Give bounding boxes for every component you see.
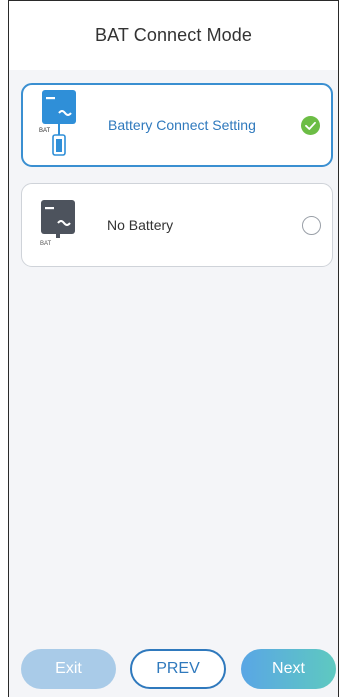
svg-text:BAT: BAT: [39, 128, 51, 134]
app-frame: BAT Connect Mode BAT Battery Connect Set…: [8, 0, 339, 697]
prev-button[interactable]: PREV: [130, 649, 226, 689]
inverter-no-battery-icon: BAT: [38, 198, 82, 253]
radio-unselected-icon[interactable]: [302, 215, 321, 235]
svg-text:BAT: BAT: [40, 241, 52, 247]
exit-button[interactable]: Exit: [21, 649, 116, 689]
selected-check-icon[interactable]: [301, 115, 320, 135]
option-battery-connect-setting[interactable]: BAT Battery Connect Setting: [21, 83, 333, 167]
option-no-battery[interactable]: BAT No Battery: [21, 183, 333, 267]
next-button[interactable]: Next: [241, 649, 336, 689]
footer-bar: Exit PREV Next: [9, 639, 338, 697]
page-title: BAT Connect Mode: [94, 25, 253, 45]
header: BAT Connect Mode: [9, 0, 338, 70]
inverter-with-battery-icon: BAT: [39, 88, 83, 163]
option-label: No Battery: [107, 217, 174, 233]
option-label: Battery Connect Setting: [108, 117, 256, 133]
